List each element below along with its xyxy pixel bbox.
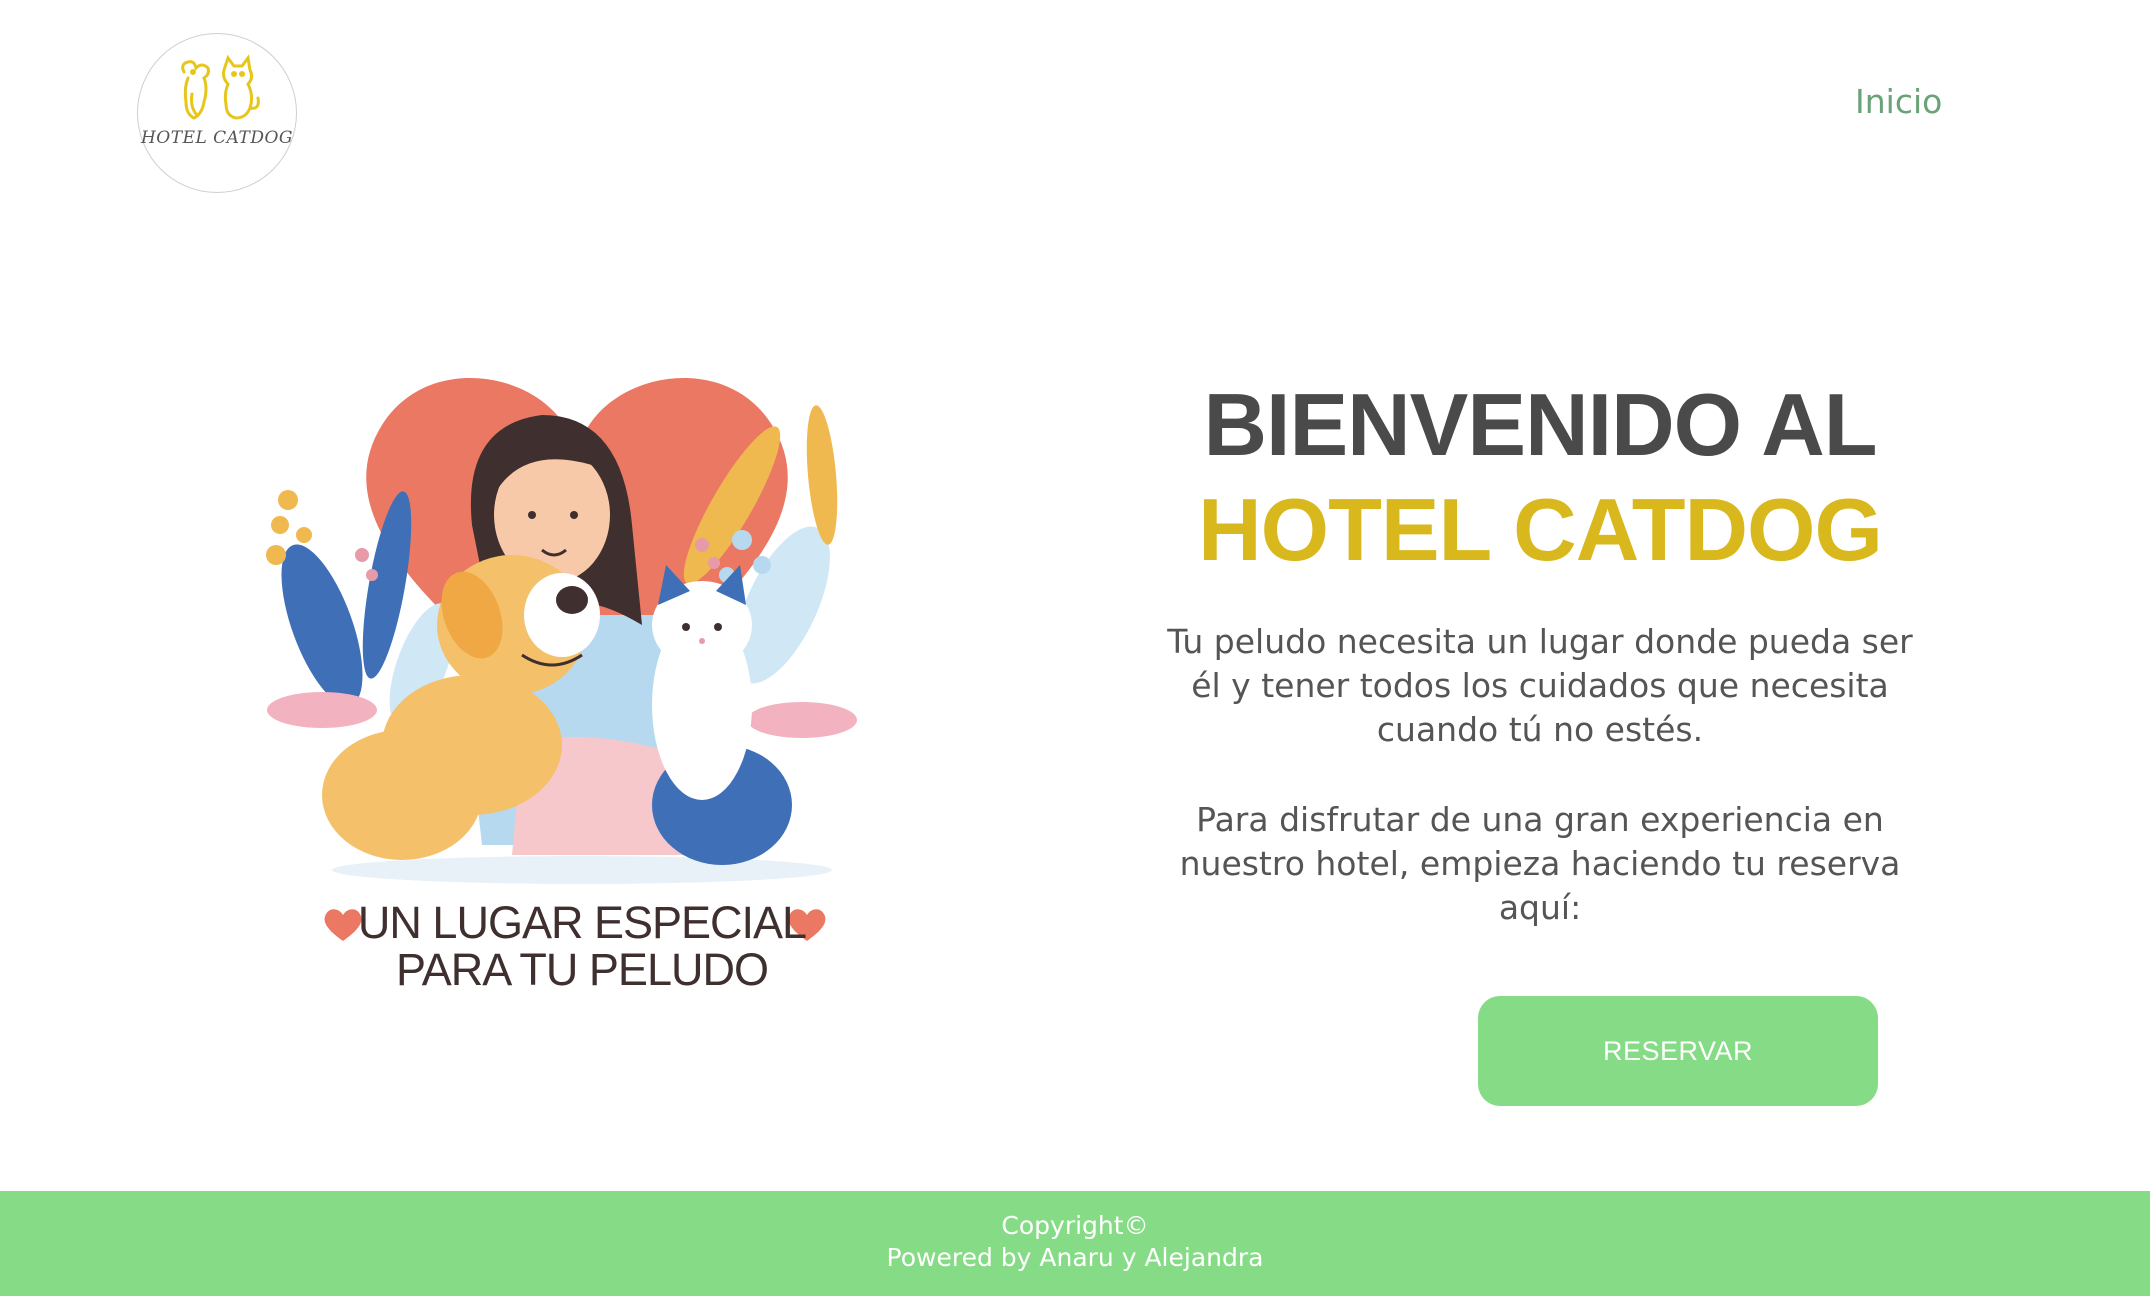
hero-caption-line2: PARA TU PELUDO bbox=[396, 944, 769, 995]
footer-credits: Powered by Anaru y Alejandra bbox=[886, 1243, 1264, 1272]
reservation-paragraph: Para disfrutar de una gran experiencia e… bbox=[1179, 800, 1901, 927]
welcome-heading: BIENVENIDO AL bbox=[1203, 375, 1877, 474]
intro-paragraph: Tu peludo necesita un lugar donde pueda … bbox=[1167, 622, 1913, 749]
hero-caption-line1: UN LUGAR ESPECIAL bbox=[357, 897, 807, 948]
nav-link-inicio[interactable]: Inicio bbox=[1855, 82, 1942, 121]
girl-hugging-pets-illustration bbox=[266, 377, 857, 884]
footer-copyright: Copyright© bbox=[1001, 1211, 1149, 1240]
reserve-button[interactable]: RESERVAR bbox=[1478, 996, 1878, 1106]
hero-illustration: UN LUGAR ESPECIAL PARA TU PELUDO bbox=[262, 365, 892, 1005]
hotel-logo[interactable]: HOTEL CATDOG bbox=[137, 33, 297, 193]
cat-dog-logo-icon bbox=[181, 54, 260, 120]
hotel-name-heading: HOTEL CATDOG bbox=[1198, 480, 1883, 579]
footer: Copyright© Powered by Anaru y Alejandra bbox=[0, 1191, 2150, 1296]
logo-text: HOTEL CATDOG bbox=[140, 128, 294, 148]
